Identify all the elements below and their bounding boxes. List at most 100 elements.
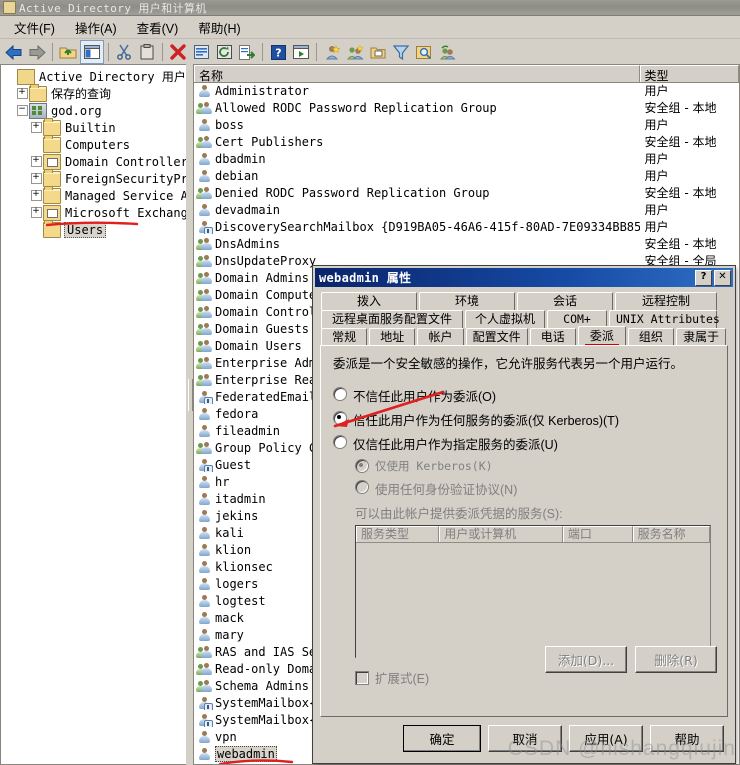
cell-type: 用户 — [644, 203, 669, 217]
tree-node-saved-queries[interactable]: + 保存的查询 — [1, 83, 186, 102]
new-ou-icon[interactable] — [367, 41, 389, 63]
table-row[interactable]: devadmain 用户 — [194, 201, 739, 218]
menu-item-help[interactable]: 帮助(H) — [190, 16, 252, 39]
radio-no-delegation[interactable]: 不信任此用户作为委派(O) — [333, 386, 715, 405]
export-list-icon[interactable] — [236, 41, 258, 63]
menu-item-file[interactable]: 文件(F) — [6, 16, 67, 39]
tab-sessions[interactable]: 会话 — [517, 292, 613, 310]
tree-node-users[interactable]: Users — [1, 219, 186, 238]
delete-icon[interactable] — [167, 41, 189, 63]
menu-item-view[interactable]: 查看(V) — [129, 16, 191, 39]
expanded-checkbox[interactable] — [355, 670, 369, 685]
tree-node-managed-service-accounts[interactable]: + Managed Service Accour — [1, 185, 186, 204]
tab-general[interactable]: 常规 — [321, 328, 368, 346]
tree-node-domain-controllers[interactable]: + Domain Controllers — [1, 153, 186, 170]
tree-node-domain[interactable]: − god.org — [1, 102, 186, 119]
tab-remote-control[interactable]: 远程控制 — [615, 292, 717, 310]
expanded-checkbox-label: 扩展式(E) — [375, 672, 430, 686]
tab-address[interactable]: 地址 — [369, 328, 416, 346]
table-row[interactable]: Administrator 用户 — [194, 82, 739, 99]
dialog-help-button[interactable]: 帮助 — [650, 725, 724, 752]
radio-trust-any-service[interactable]: 信任此用户作为任何服务的委派(仅 Kerberos)(T) — [333, 410, 715, 429]
forward-icon[interactable] — [26, 41, 48, 63]
tree-expander[interactable]: + — [29, 119, 43, 136]
toolbar: ? — [0, 39, 740, 66]
group-icon — [196, 441, 212, 455]
cell-name-text: jekins — [215, 508, 259, 523]
menu-item-action[interactable]: 操作(A) — [67, 16, 129, 39]
paste-icon[interactable] — [136, 41, 158, 63]
radio-button[interactable] — [333, 387, 347, 401]
table-row[interactable]: dbadmin 用户 — [194, 150, 739, 167]
tab-telephone[interactable]: 电话 — [529, 328, 576, 346]
table-row[interactable]: Denied RODC Password Replication Group 安全… — [194, 184, 739, 201]
close-icon[interactable]: ✕ — [714, 269, 731, 286]
tree-expander[interactable]: + — [15, 85, 29, 102]
refresh-icon[interactable] — [213, 41, 235, 63]
column-header-port[interactable]: 端口 — [562, 526, 633, 542]
user-icon — [197, 577, 212, 591]
ok-button[interactable]: 确定 — [403, 725, 481, 752]
tab-organization[interactable]: 组织 — [627, 328, 675, 346]
find-icon[interactable] — [413, 41, 435, 63]
tree-node-foreign-security-principals[interactable]: + ForeignSecurityPrincip — [1, 168, 186, 187]
tree-node-root[interactable]: Active Directory 用户和计算机 — [1, 68, 186, 85]
add-service-button[interactable]: 添加(D)... — [545, 646, 627, 673]
radio-button[interactable] — [333, 411, 347, 425]
back-icon[interactable] — [3, 41, 25, 63]
new-user-icon[interactable] — [321, 41, 343, 63]
table-row[interactable]: boss 用户 — [194, 116, 739, 133]
radio-trust-specified-services[interactable]: 仅信任此用户作为指定服务的委派(U) — [333, 434, 715, 453]
cell-name: debian — [194, 169, 640, 183]
dialog-body: 拨入 环境 会话 远程控制 远程桌面服务配置文件 个人虚拟机 COM+ UNIX… — [315, 287, 733, 757]
properties-icon[interactable] — [190, 41, 212, 63]
show-window-icon[interactable] — [290, 41, 312, 63]
column-header-name[interactable]: 名称 — [194, 65, 640, 82]
services-table[interactable]: 服务类型 用户或计算机 端口 服务名称 — [355, 525, 711, 658]
cut-icon[interactable] — [113, 41, 135, 63]
apply-button[interactable]: 应用(A) — [569, 725, 643, 752]
cell-name-text: boss — [215, 117, 244, 132]
add-to-group-icon[interactable] — [436, 41, 458, 63]
show-hide-console-tree-icon[interactable] — [80, 40, 104, 64]
radio-button[interactable] — [333, 435, 347, 449]
filter-icon[interactable] — [390, 41, 412, 63]
tab-delegation[interactable]: 委派 — [577, 326, 626, 346]
tab-profile[interactable]: 配置文件 — [465, 328, 528, 346]
cell-name: DiscoverySearchMailbox {D919BA05-46A6-41… — [194, 220, 640, 234]
tree-expander[interactable]: + — [29, 187, 43, 204]
column-header-user-or-computer[interactable]: 用户或计算机 — [439, 526, 563, 542]
table-row[interactable]: DiscoverySearchMailbox {D919BA05-46A6-41… — [194, 218, 739, 235]
tree-node-microsoft-exchange-security[interactable]: + Microsoft Exchange Sec — [1, 204, 186, 221]
tab-personal-vm[interactable]: 个人虚拟机 — [465, 310, 545, 328]
radio-label: 信任此用户作为任何服务的委派(仅 Kerberos)(T) — [353, 414, 619, 428]
up-folder-icon[interactable] — [57, 41, 79, 63]
tab-account[interactable]: 帐户 — [417, 328, 464, 346]
tab-environment[interactable]: 环境 — [419, 292, 515, 310]
tree-node-computers[interactable]: Computers — [1, 134, 186, 153]
help-button[interactable]: ? — [695, 269, 712, 286]
tree-expander[interactable]: + — [29, 204, 43, 221]
column-header-type[interactable]: 类型 — [639, 65, 739, 82]
tree-node-builtin[interactable]: + Builtin — [1, 117, 186, 136]
cancel-button[interactable]: 取消 — [488, 725, 562, 752]
tab-member-of[interactable]: 隶属于 — [676, 328, 727, 346]
tab-dial-in[interactable]: 拨入 — [321, 292, 417, 310]
tree-expander[interactable]: − — [15, 102, 29, 119]
user-icon — [197, 475, 212, 489]
column-header-service-type[interactable]: 服务类型 — [356, 526, 440, 542]
table-row[interactable]: DnsAdmins 安全组 - 本地 — [194, 235, 739, 252]
tree-expander[interactable]: + — [29, 153, 43, 170]
remove-service-button[interactable]: 删除(R) — [635, 646, 717, 673]
table-row[interactable]: debian 用户 — [194, 167, 739, 184]
tree-expander[interactable]: + — [29, 170, 43, 187]
new-group-icon[interactable] — [344, 41, 366, 63]
tab-rds-profile[interactable]: 远程桌面服务配置文件 — [321, 310, 463, 328]
table-row[interactable]: Cert Publishers 安全组 - 本地 — [194, 133, 739, 150]
pane-splitter[interactable] — [186, 64, 193, 765]
tree-node-label: Managed Service Accour — [65, 188, 186, 203]
table-row[interactable]: Allowed RODC Password Replication Group 安… — [194, 99, 739, 116]
column-header-service-name[interactable]: 服务名称 — [632, 526, 710, 542]
tab-unix-attributes[interactable]: UNIX Attributes — [609, 310, 720, 328]
help-icon[interactable]: ? — [267, 41, 289, 63]
